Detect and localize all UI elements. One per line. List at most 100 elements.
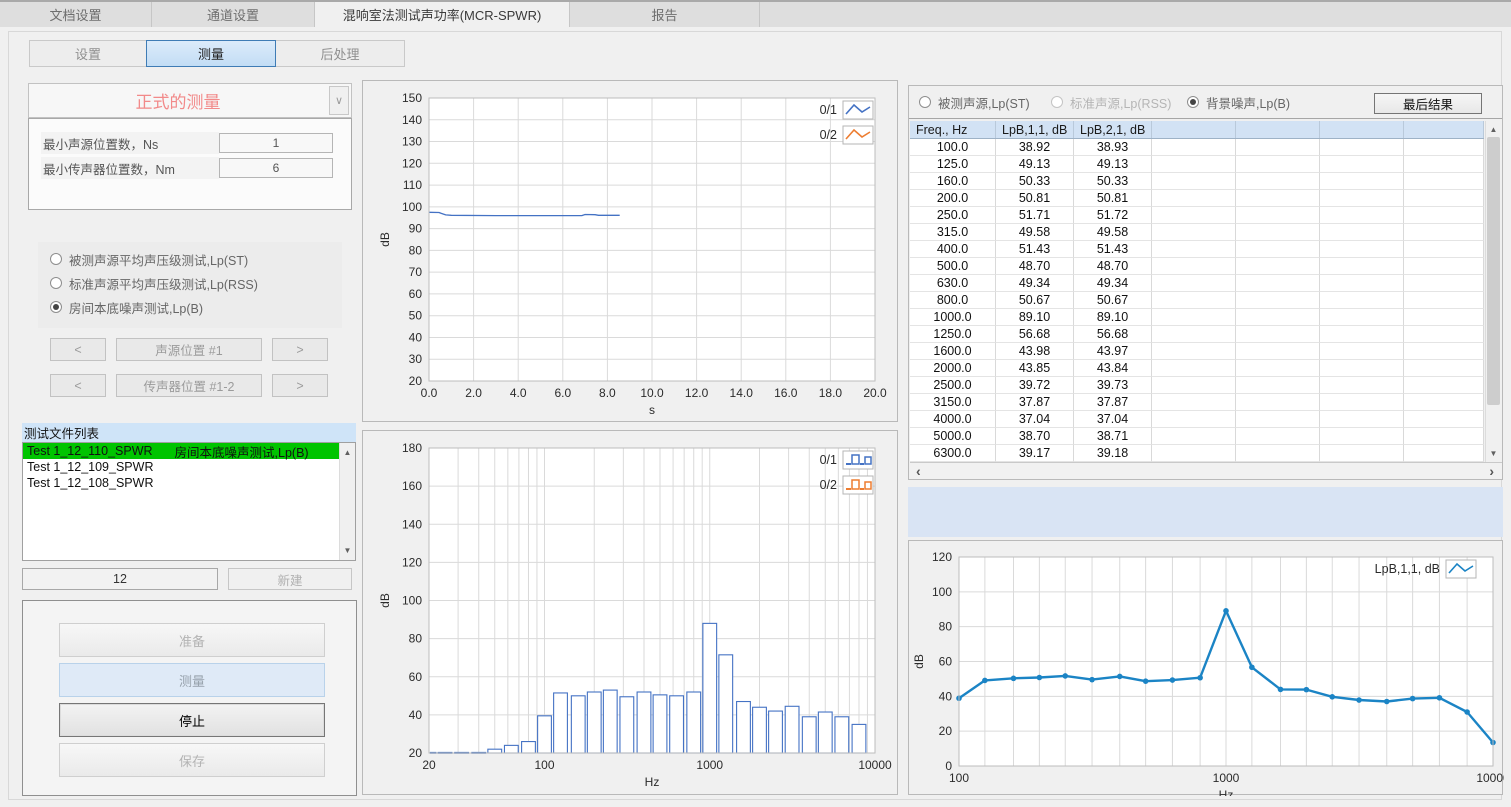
subtab-3[interactable]: 后处理 (275, 40, 405, 67)
svg-text:130: 130 (402, 135, 422, 149)
table-cell (1236, 377, 1320, 394)
svg-text:dB: dB (378, 232, 392, 247)
table-cell (1404, 394, 1484, 411)
test-type-radio-1[interactable]: 被测声源平均声压级测试,Lp(ST) (50, 250, 248, 268)
table-row[interactable]: 125.049.1349.13 (910, 156, 1484, 173)
table-cell (1236, 275, 1320, 292)
table-cell (1320, 377, 1404, 394)
table-row[interactable]: 2000.043.8543.84 (910, 360, 1484, 377)
radio-icon[interactable] (50, 301, 62, 313)
file-count-button[interactable]: 12 (22, 568, 218, 590)
divider (909, 118, 1502, 119)
result-type-radio-1[interactable]: 被测声源,Lp(ST) (919, 93, 1030, 111)
source-position-next-button[interactable]: > (272, 338, 328, 361)
source-position-button[interactable]: 声源位置 #1 (116, 338, 262, 361)
scroll-left-icon[interactable]: ‹ (916, 463, 921, 479)
table-cell (1320, 258, 1404, 275)
table-row[interactable]: 1250.056.6856.68 (910, 326, 1484, 343)
param-value-input[interactable]: 1 (219, 133, 333, 153)
table-row[interactable]: 160.050.3350.33 (910, 173, 1484, 190)
param-value-input[interactable]: 6 (219, 158, 333, 178)
table-header-cell (1236, 121, 1320, 138)
file-list-item[interactable]: Test 1_12_108_SPWR (23, 475, 339, 491)
table-cell (1404, 326, 1484, 343)
action-button-3[interactable]: 停止 (59, 703, 325, 737)
svg-text:20: 20 (939, 724, 953, 738)
svg-text:110: 110 (403, 178, 422, 192)
tab-2[interactable]: 通道设置 (152, 2, 315, 27)
test-file-list[interactable]: Test 1_12_110_SPWR房间本底噪声测试,Lp(B)Test 1_1… (22, 442, 356, 561)
last-result-button[interactable]: 最后结果 (1374, 93, 1482, 114)
source-position-prev-button[interactable]: < (50, 338, 106, 361)
table-row[interactable]: 200.050.8150.81 (910, 190, 1484, 207)
new-file-button[interactable]: 新建 (228, 568, 352, 590)
svg-text:40: 40 (409, 708, 423, 722)
radio-icon[interactable] (1051, 96, 1063, 108)
mic-position-next-button[interactable]: > (272, 374, 328, 397)
table-row[interactable]: 1000.089.1089.10 (910, 309, 1484, 326)
table-cell: 315.0 (910, 224, 996, 241)
radio-icon[interactable] (50, 277, 62, 289)
result-type-radio-2[interactable]: 标准声源,Lp(RSS) (1051, 93, 1171, 111)
table-cell (1152, 224, 1236, 241)
test-type-radio-2[interactable]: 标准声源平均声压级测试,Lp(RSS) (50, 274, 258, 292)
subtab-1[interactable]: 设置 (29, 40, 147, 67)
chevron-down-icon[interactable]: ∨ (329, 86, 349, 115)
action-button-4[interactable]: 保存 (59, 743, 325, 777)
action-button-2[interactable]: 测量 (59, 663, 325, 697)
table-cell (1404, 173, 1484, 190)
table-row[interactable]: 1600.043.9843.97 (910, 343, 1484, 360)
tab-4[interactable]: 报告 (570, 2, 760, 27)
table-row[interactable]: 500.048.7048.70 (910, 258, 1484, 275)
table-row[interactable]: 400.051.4351.43 (910, 241, 1484, 258)
table-row[interactable]: 100.038.9238.93 (910, 139, 1484, 156)
scroll-right-icon[interactable]: › (1489, 463, 1494, 479)
test-type-radio-3[interactable]: 房间本底噪声测试,Lp(B) (50, 298, 203, 316)
file-list-item[interactable]: Test 1_12_110_SPWR房间本底噪声测试,Lp(B) (23, 443, 339, 459)
table-cell (1236, 241, 1320, 258)
table-cell (1404, 224, 1484, 241)
svg-text:Hz: Hz (1219, 788, 1234, 796)
mic-position-prev-button[interactable]: < (50, 374, 106, 397)
action-button-1[interactable]: 准备 (59, 623, 325, 657)
table-cell (1152, 207, 1236, 224)
table-row[interactable]: 250.051.7151.72 (910, 207, 1484, 224)
table-cell: 2500.0 (910, 377, 996, 394)
scroll-down-icon[interactable]: ▼ (340, 543, 355, 558)
radio-icon[interactable] (50, 253, 62, 265)
table-vertical-scrollbar[interactable]: ▲ ▼ (1485, 121, 1501, 462)
result-type-radio-3[interactable]: 背景噪声,Lp(B) (1187, 93, 1290, 111)
table-row[interactable]: 2500.039.7239.73 (910, 377, 1484, 394)
mic-position-button[interactable]: 传声器位置 #1-2 (116, 374, 262, 397)
table-cell (1152, 139, 1236, 156)
measurement-mode-dropdown[interactable]: 正式的测量 ∨ (28, 83, 352, 118)
table-row[interactable]: 630.049.3449.34 (910, 275, 1484, 292)
table-row[interactable]: 4000.037.0437.04 (910, 411, 1484, 428)
file-list-item[interactable]: Test 1_12_109_SPWR (23, 459, 339, 475)
table-cell: 49.13 (1074, 156, 1152, 173)
table-row[interactable]: 6300.039.1739.18 (910, 445, 1484, 462)
radio-icon[interactable] (1187, 96, 1199, 108)
table-horizontal-scrollbar[interactable]: ‹ › (910, 462, 1502, 479)
table-row[interactable]: 3150.037.8737.87 (910, 394, 1484, 411)
scroll-up-icon[interactable]: ▲ (340, 445, 355, 460)
file-test-type: 房间本底噪声测试,Lp(B) (175, 442, 309, 461)
tab-1[interactable]: 文档设置 (0, 2, 152, 27)
table-cell (1320, 139, 1404, 156)
table-header-cell (1320, 121, 1404, 138)
scroll-down-icon[interactable]: ▼ (1486, 446, 1501, 461)
table-cell: 56.68 (996, 326, 1074, 343)
table-row[interactable]: 800.050.6750.67 (910, 292, 1484, 309)
table-cell: 50.33 (1074, 173, 1152, 190)
subtab-2[interactable]: 测量 (146, 40, 276, 67)
radio-icon[interactable] (919, 96, 931, 108)
scroll-up-icon[interactable]: ▲ (1486, 122, 1501, 137)
table-row[interactable]: 5000.038.7038.71 (910, 428, 1484, 445)
scrollbar-thumb[interactable] (1487, 137, 1500, 405)
tab-3[interactable]: 混响室法测试声功率(MCR-SPWR) (315, 2, 570, 27)
file-list-scrollbar[interactable]: ▲ ▼ (339, 443, 355, 560)
spectrum-bar-chart: 2040608010012014016018020100100010000dBH… (363, 431, 899, 796)
svg-text:60: 60 (409, 287, 423, 301)
table-row[interactable]: 315.049.5849.58 (910, 224, 1484, 241)
table-cell: 51.43 (1074, 241, 1152, 258)
